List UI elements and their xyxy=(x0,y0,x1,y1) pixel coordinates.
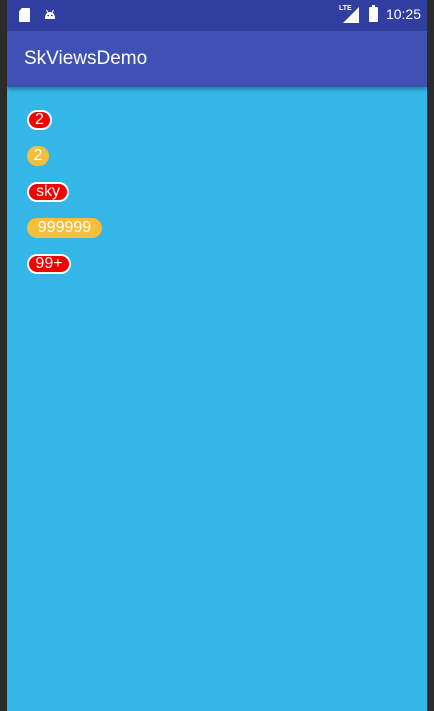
badge-number-99-plus[interactable]: 99+ xyxy=(27,254,71,274)
app-bar: SkViewsDemo xyxy=(7,31,427,87)
status-bar: LTE 10:25 xyxy=(7,0,427,31)
app-title: SkViewsDemo xyxy=(24,48,148,69)
badge-number-999999[interactable]: 999999 xyxy=(27,218,102,238)
battery-icon xyxy=(368,4,378,22)
badge-list: 2 2 sky 999999 99+ xyxy=(27,110,102,290)
status-time: 10:25 xyxy=(385,6,421,22)
status-right-icons: LTE 10:25 xyxy=(339,4,421,23)
sd-card-icon xyxy=(19,8,30,22)
network-label: LTE xyxy=(338,5,352,12)
badge-number-2-yellow[interactable]: 2 xyxy=(27,146,49,166)
android-icon xyxy=(45,9,55,19)
status-left-icons xyxy=(19,8,56,22)
lte-signal-icon: LTE xyxy=(339,5,361,23)
badge-number-2-red[interactable]: 2 xyxy=(27,110,52,130)
badge-text-sky[interactable]: sky xyxy=(27,182,69,202)
app-window: LTE 10:25 SkViewsDemo 2 2 sky 999999 99+ xyxy=(7,0,427,711)
